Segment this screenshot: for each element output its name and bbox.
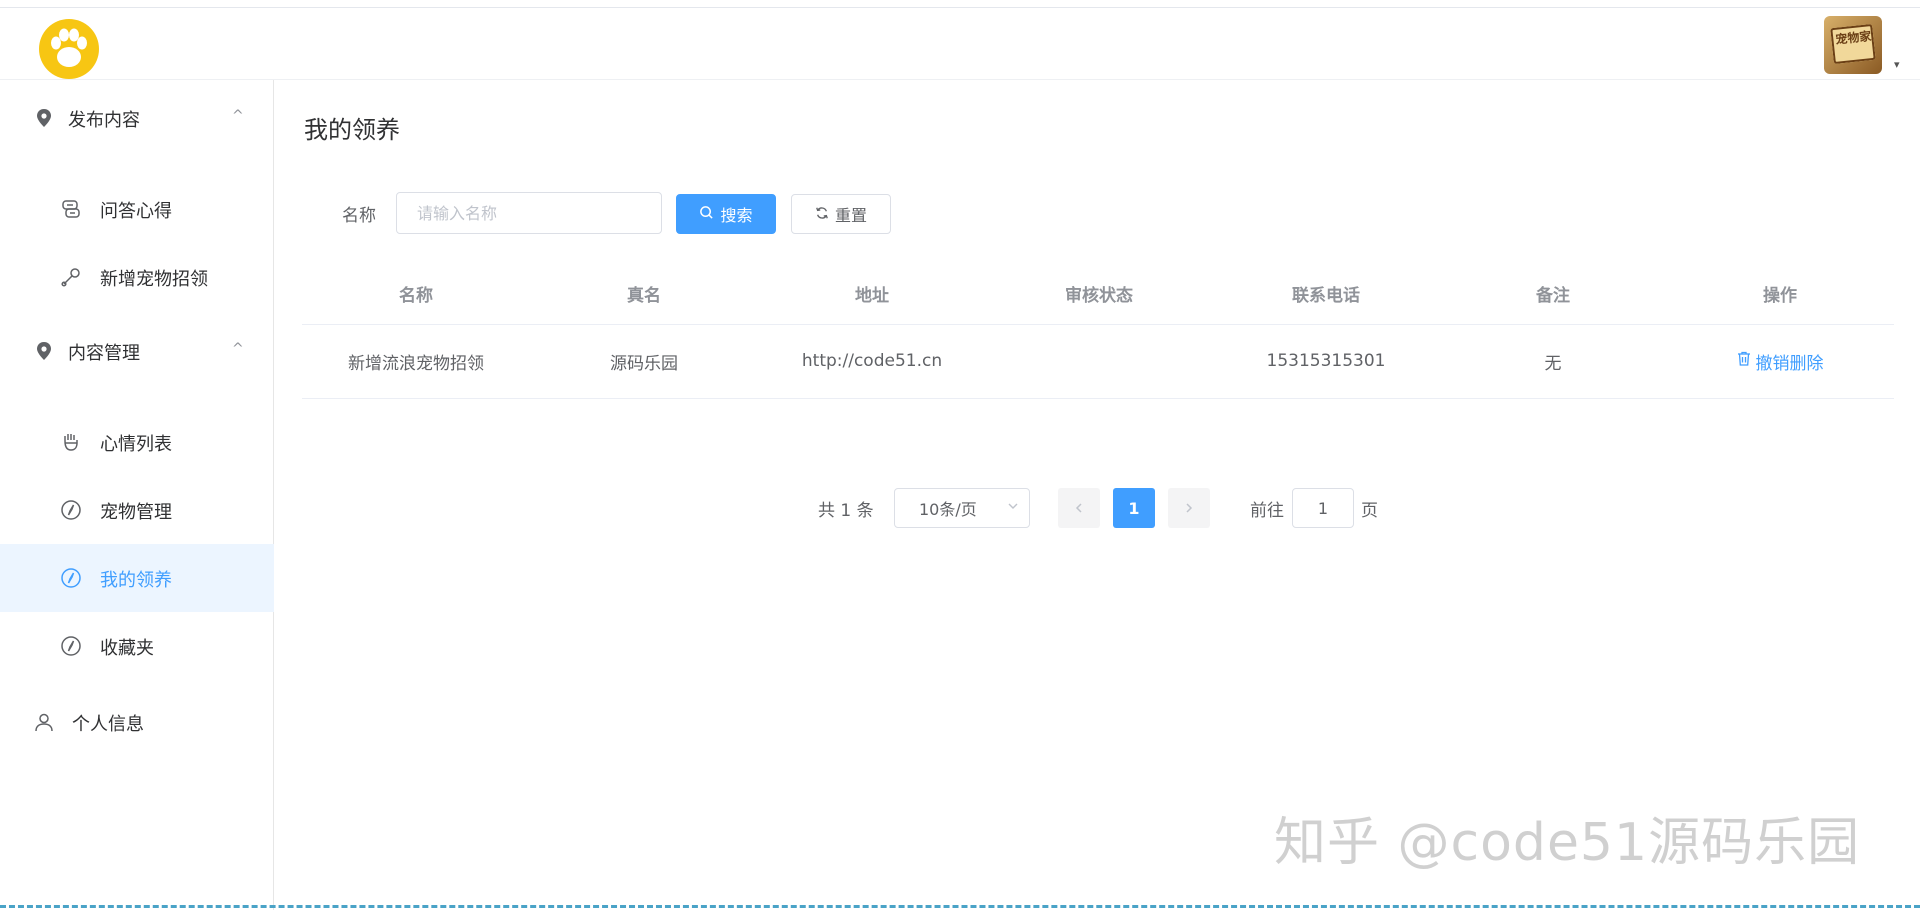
chevron-up-icon: ^ [232,108,244,124]
menu-group-content[interactable]: 内容管理 ^ [0,323,274,379]
revoke-delete-label: 撤销删除 [1755,353,1824,374]
sidebar-item-qa[interactable]: 问答心得 [0,175,274,243]
revoke-delete-button[interactable]: 撤销删除 [1737,349,1824,374]
chevron-up-icon: ^ [232,341,244,357]
chevron-right-icon [1183,499,1195,518]
compass-icon [60,499,82,521]
sidebar-item-mood[interactable]: 心情列表 [0,408,274,476]
reset-button-label: 重置 [834,206,867,225]
prev-page-button[interactable] [1058,488,1100,528]
sidebar-item-label: 心情列表 [100,434,172,455]
column-header: 真名 [627,285,661,306]
sidebar-item-label: 问答心得 [100,201,172,222]
column-header: 备注 [1536,285,1570,306]
cell-real-name: 源码乐园 [610,353,678,374]
sidebar-item-label: 新增宠物招领 [100,269,208,290]
menu-group-label: 个人信息 [72,714,144,735]
app-header: 宠物家 ▾ [0,8,1920,80]
chat-icon [60,198,82,220]
cell-name: 新增流浪宠物招领 [348,353,484,374]
menu-group-label: 内容管理 [68,343,140,364]
pagination-total: 共 1 条 [818,501,874,521]
hand-icon [60,431,82,453]
compass-icon [60,567,82,589]
avatar-sign: 宠物家 [1830,23,1876,65]
sidebar-item-label: 我的领养 [100,570,172,591]
cell-action: 撤销删除 [1666,324,1894,398]
compass-icon [60,635,82,657]
chevron-left-icon [1073,499,1085,518]
goto-suffix: 页 [1361,501,1378,521]
name-search-input[interactable] [396,192,662,234]
page-size-select[interactable]: 10条/页 [894,488,1030,528]
refresh-icon [815,205,829,224]
menu-group-label: 发布内容 [68,110,140,131]
paw-logo-icon[interactable] [36,16,102,82]
goto-page-input[interactable] [1292,488,1354,528]
sidebar-item-favorites[interactable]: 收藏夹 [0,612,274,680]
location-icon [34,341,54,361]
cell-address: http://code51.cn [801,351,943,371]
column-header: 操作 [1763,285,1797,306]
top-border [0,0,1920,8]
location-icon [34,108,54,128]
sidebar: 发布内容 ^ 问答心得 新增宠物招领 内容管理 ^ 心情列表 宠物管理 我的领养… [0,80,274,910]
goto-label: 前往 [1250,501,1284,521]
cell-remark: 无 [1544,353,1562,374]
sidebar-item-new-pet[interactable]: 新增宠物招领 [0,243,274,311]
page-size-value: 10条/页 [919,500,977,519]
menu-group-profile[interactable]: 个人信息 [0,694,274,750]
leash-icon [60,266,82,288]
avatar[interactable]: 宠物家 [1824,16,1882,74]
table-header: 名称 真名 地址 审核状态 联系电话 备注 操作 [302,262,1894,325]
search-button[interactable]: 搜索 [676,194,776,234]
name-field-label: 名称 [342,206,376,226]
menu-group-publish[interactable]: 发布内容 ^ [0,90,274,146]
search-icon [699,205,714,224]
watermark: 知乎 @code51源码乐园 [1274,813,1861,873]
next-page-button[interactable] [1168,488,1210,528]
page-number-current[interactable]: 1 [1113,488,1155,528]
column-header: 名称 [399,285,433,306]
page-title: 我的领养 [304,116,400,144]
sidebar-item-pet-manage[interactable]: 宠物管理 [0,476,274,544]
column-header: 审核状态 [1065,285,1133,306]
reset-button[interactable]: 重置 [791,194,891,234]
bottom-divider [0,905,1920,908]
chevron-down-icon [1007,500,1019,515]
column-header: 联系电话 [1292,285,1360,306]
sidebar-item-label: 收藏夹 [100,638,154,659]
trash-icon [1737,351,1751,371]
sidebar-item-my-adoption[interactable]: 我的领养 [0,544,274,612]
caret-down-icon[interactable]: ▾ [1894,58,1900,71]
table-row: 新增流浪宠物招领 源码乐园 http://code51.cn 153153153… [302,324,1894,399]
search-button-label: 搜索 [720,206,753,225]
column-header: 地址 [855,285,889,306]
cell-phone: 15315315301 [1266,351,1386,371]
sidebar-item-label: 宠物管理 [100,502,172,523]
user-icon [34,712,54,732]
cell-status [986,324,1212,398]
